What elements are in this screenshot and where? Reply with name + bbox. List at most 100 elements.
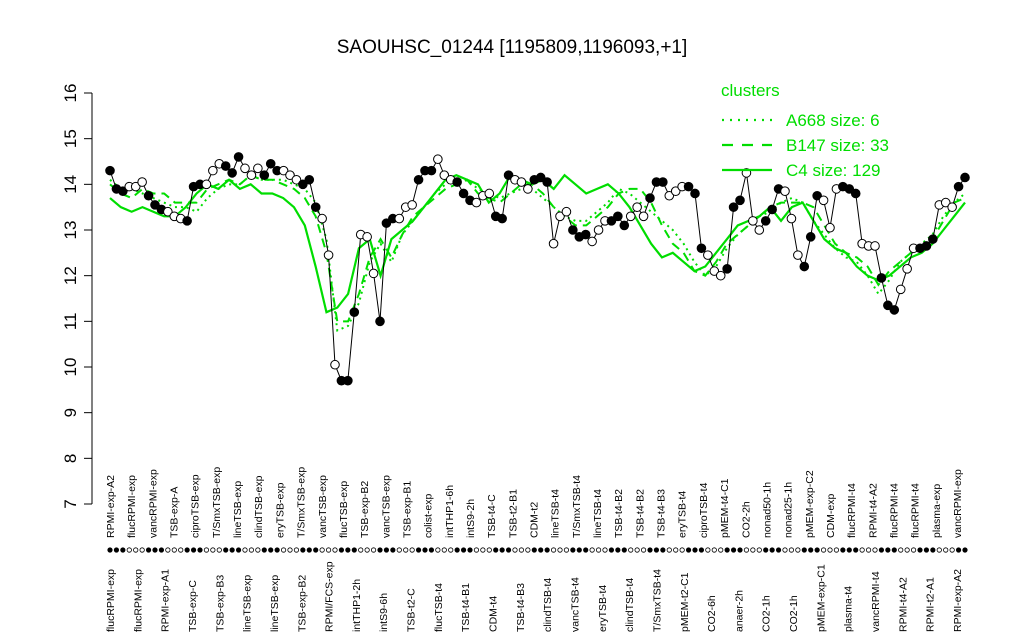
marker-dot (306, 547, 312, 553)
chart: SAOUHSC_01244 [1195809,1196093,+1] 7 8 9 10… (61, 37, 970, 632)
data-point (953, 181, 964, 192)
marker-dot (679, 547, 685, 553)
top-sample-label: TSB-t4-C (486, 494, 498, 538)
top-sample-label: vancRPMI-exp (147, 469, 159, 538)
top-sample-label: vancRPMI-exp (952, 469, 964, 538)
marker-dot (203, 547, 210, 553)
marker-dot (126, 547, 132, 553)
marker-dot (531, 547, 537, 553)
top-sample-label: flucRPMI-t4 (910, 483, 922, 538)
data-point (516, 177, 527, 187)
top-sample-label: TSB-exp-A (169, 487, 181, 538)
marker-dot (171, 547, 177, 553)
data-point (208, 165, 218, 176)
marker-dot (145, 547, 152, 553)
data-point (407, 200, 417, 210)
marker-dot (820, 547, 827, 553)
top-sample-label: clindTSB-exp (253, 475, 265, 538)
bottom-sample-label: CO2-6h (706, 595, 718, 632)
marker-dot (705, 547, 711, 553)
bottom-sample-label: TSB-exp-B3 (214, 575, 226, 632)
marker-dot (563, 547, 570, 553)
y-tick-label: 8 (61, 454, 80, 463)
marker-dot (377, 547, 383, 553)
marker-dot (782, 547, 788, 553)
marker-dot (859, 547, 865, 553)
data-point (870, 241, 880, 251)
bottom-sample-label: plasma-t4 (843, 586, 855, 632)
legend-entry-label: C4 size: 129 (786, 161, 881, 180)
marker-dot (300, 547, 306, 553)
data-point (265, 158, 276, 169)
marker-dot (724, 547, 730, 553)
marker-dot (853, 547, 859, 553)
marker-dot (505, 547, 512, 553)
marker-dot (493, 547, 499, 553)
bottom-sample-label: RPMI-exp-A1 (160, 569, 172, 632)
marker-dot (602, 547, 608, 553)
bottom-sample-label: pMEM-t2-C1 (679, 572, 691, 632)
bottom-sample-label: RPMI-t4-A2 (897, 577, 909, 632)
data-point (825, 222, 835, 233)
data-point (143, 190, 154, 201)
data-point (683, 181, 694, 192)
data-point (542, 177, 552, 187)
y-tick-label: 9 (61, 408, 80, 417)
marker-dot (711, 547, 717, 553)
data-point (587, 236, 597, 247)
data-point (452, 177, 462, 187)
marker-dot (769, 547, 775, 553)
data-point (805, 232, 816, 242)
top-sample-label: TSB-t4-B2 (613, 489, 625, 538)
data-point (786, 213, 797, 224)
marker-dot (949, 547, 955, 553)
marker-dot (235, 547, 242, 553)
marker-dot (403, 547, 409, 553)
data-point (227, 168, 237, 178)
bottom-sample-label: intS9-6h (378, 593, 390, 632)
bottom-sample-label: lineTSB-exp (269, 575, 281, 632)
data-point (658, 177, 668, 187)
marker-dot (448, 547, 454, 553)
marker-dot (538, 547, 544, 553)
top-sample-label: CDM-t2 (529, 502, 541, 538)
marker-dot (615, 547, 621, 553)
data-point (876, 273, 887, 283)
bottom-sample-label: flucRPMI-exp (105, 569, 117, 632)
marker-dot (293, 547, 300, 553)
data-point (246, 170, 257, 180)
bottom-sample-label: RPMI-exp-A2 (952, 569, 964, 632)
marker-dot (756, 547, 762, 553)
marker-dot (261, 547, 267, 553)
data-point (703, 250, 713, 260)
y-tick-label: 14 (61, 175, 80, 194)
marker-dot (415, 547, 422, 553)
marker-dot (840, 547, 846, 553)
bottom-sample-label: vancRPMI-t4 (870, 571, 882, 632)
data-point (613, 211, 623, 222)
data-point (220, 161, 231, 171)
data-point (349, 307, 360, 318)
marker-dot (280, 547, 287, 553)
bottom-sample-label: eryTSB-t4 (597, 585, 609, 632)
marker-dot (673, 547, 679, 553)
cluster-lines (109, 173, 966, 332)
data-point (323, 250, 334, 260)
marker-dot (190, 547, 197, 553)
marker-dot (274, 547, 280, 553)
marker-dot (512, 547, 518, 553)
y-tick-label: 10 (61, 358, 80, 377)
marker-dot (692, 547, 698, 553)
bottom-sample-label: anaer-2h (733, 590, 745, 632)
bottom-sample-label: RPMI-t2-A1 (925, 577, 937, 632)
marker-dot (962, 547, 968, 553)
marker-dot (788, 547, 795, 553)
marker-dot (885, 547, 891, 553)
bottom-sample-label: RPMI/FCS-exp (324, 561, 336, 632)
data-point (413, 174, 424, 185)
data-point (690, 188, 700, 199)
top-sample-label: intS9-2h (465, 499, 477, 538)
marker-dot (865, 547, 872, 553)
top-sample-label: flucTSB-exp (338, 481, 350, 538)
data-point (317, 213, 327, 224)
